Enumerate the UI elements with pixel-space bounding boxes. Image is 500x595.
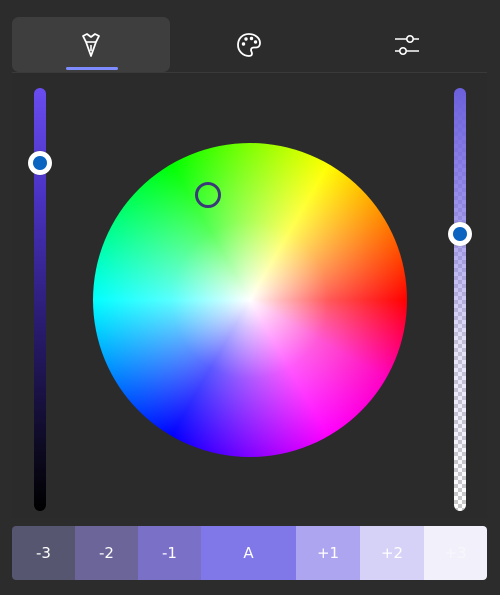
brightness-slider-thumb[interactable]	[28, 151, 52, 175]
tab-color-wheel[interactable]	[12, 17, 170, 72]
opacity-slider-thumb[interactable]	[448, 222, 472, 246]
swatch-tint-plus-1[interactable]: +1	[296, 526, 360, 580]
color-wheel-selector[interactable]	[195, 182, 221, 208]
tab-bar	[12, 17, 487, 72]
swatch-tint-plus-2[interactable]: +2	[360, 526, 424, 580]
shade-swatches: -3 -2 -1 A +1 +2 +3	[12, 526, 487, 580]
tab-sliders[interactable]	[328, 17, 486, 72]
tab-palette[interactable]	[170, 17, 328, 72]
swatch-shade-minus-3[interactable]: -3	[12, 526, 75, 580]
swatch-accent[interactable]: A	[201, 526, 296, 580]
sliders-icon	[393, 32, 421, 58]
tab-selected-indicator	[66, 67, 118, 70]
swatch-shade-minus-2[interactable]: -2	[75, 526, 138, 580]
palette-icon	[235, 31, 263, 59]
swatch-tint-plus-3[interactable]: +3	[424, 526, 487, 580]
color-wheel[interactable]	[93, 143, 407, 457]
pen-nib-icon	[80, 32, 102, 58]
swatch-shade-minus-1[interactable]: -1	[138, 526, 201, 580]
opacity-slider-track[interactable]	[454, 88, 466, 511]
color-picker-panel: -3 -2 -1 A +1 +2 +3	[0, 0, 500, 595]
